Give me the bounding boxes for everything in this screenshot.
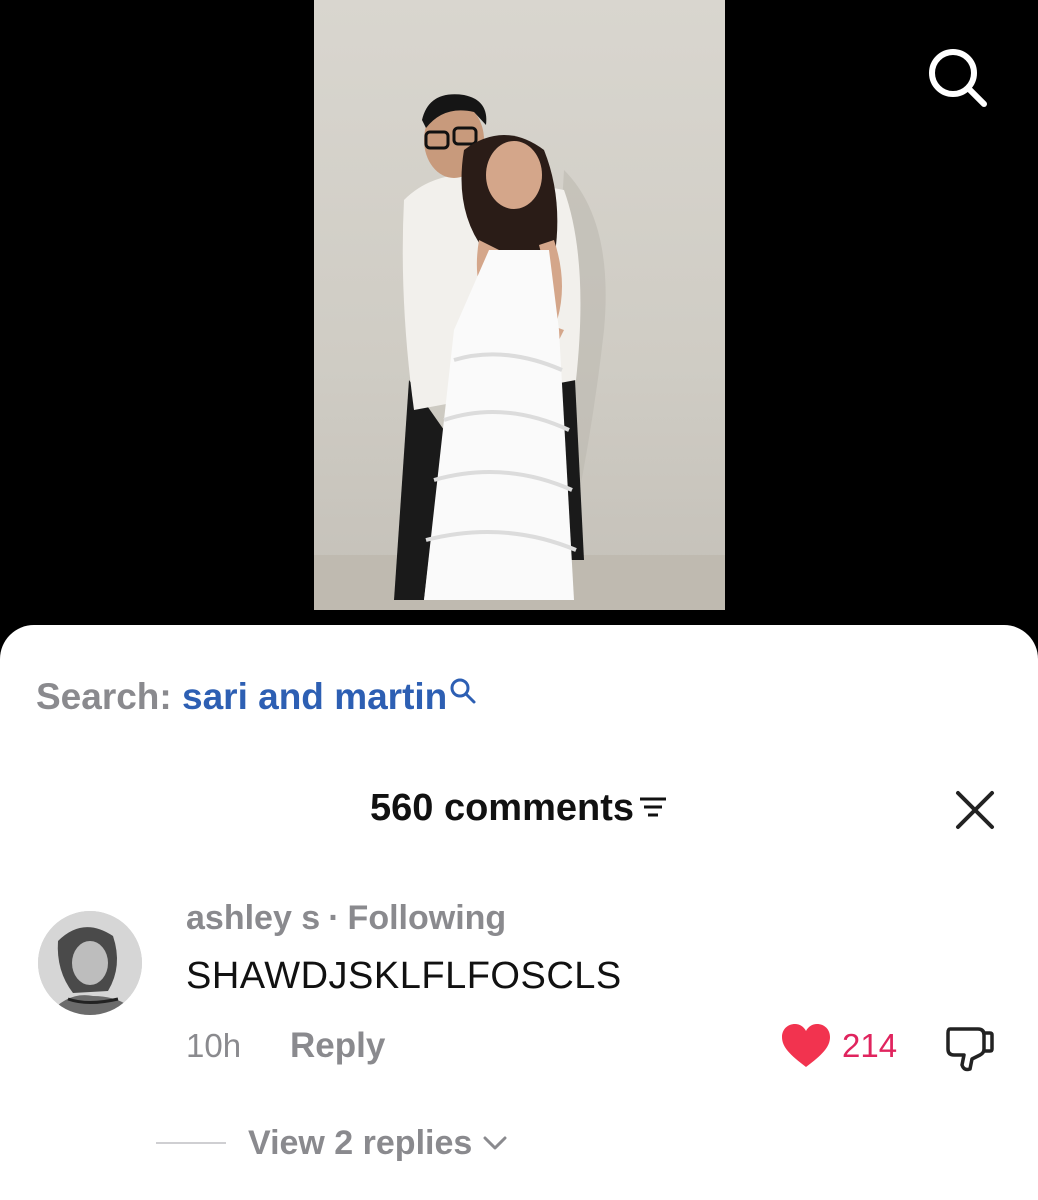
reply-button[interactable]: Reply	[290, 1025, 385, 1067]
close-icon	[956, 791, 994, 829]
video-thumbnail[interactable]	[314, 0, 725, 610]
search-icon	[450, 678, 476, 704]
comment-body: SHAWDJSKLFLFOSCLS	[186, 955, 622, 997]
close-button[interactable]	[952, 787, 998, 833]
comments-sheet: Search: sari and martin 560 comments ash…	[0, 625, 1038, 1200]
heart-icon	[782, 1024, 830, 1067]
video-player[interactable]	[0, 0, 1038, 660]
dislike-button[interactable]	[944, 1023, 996, 1073]
comment-author-line: ashley s · Following	[186, 897, 506, 939]
comments-title: 560 comments	[0, 785, 1038, 831]
comment-timestamp: 10h	[186, 1027, 242, 1064]
like-button[interactable]: 214	[780, 1023, 897, 1069]
search-prefix-label: Search:	[36, 676, 172, 717]
thumbs-down-icon	[946, 1027, 994, 1072]
sort-filter-icon[interactable]	[638, 794, 668, 820]
avatar[interactable]	[38, 911, 142, 1015]
related-search[interactable]: Search: sari and martin	[36, 675, 477, 719]
author-name[interactable]: ashley s	[186, 899, 320, 937]
view-replies-label: View 2 replies	[248, 1124, 473, 1162]
chevron-down-icon	[483, 1136, 507, 1150]
comments-count: 560 comments	[369, 787, 634, 829]
following-label: Following	[347, 899, 507, 937]
comment-item: ashley s · Following SHAWDJSKLFLFOSCLS 10h…	[0, 895, 1038, 1195]
separator-dot: ·	[328, 899, 340, 937]
search-button[interactable]	[924, 44, 990, 110]
view-replies-button[interactable]: View 2 replies	[156, 1120, 508, 1166]
replies-divider	[156, 1142, 226, 1144]
search-icon	[929, 49, 987, 107]
like-count: 214	[842, 1027, 898, 1064]
search-term-link[interactable]: sari and martin	[182, 676, 447, 717]
avatar-photo	[38, 911, 142, 1015]
